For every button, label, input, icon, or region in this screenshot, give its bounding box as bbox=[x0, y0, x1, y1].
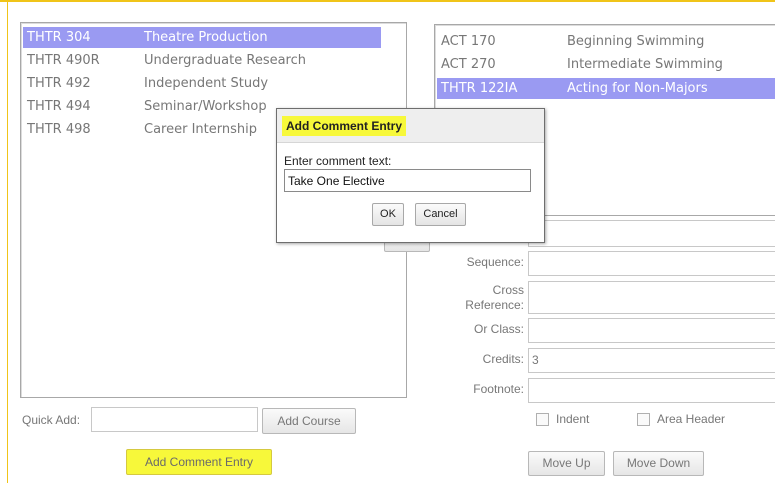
cancel-button[interactable]: Cancel bbox=[415, 203, 466, 226]
left-accent-line bbox=[7, 0, 8, 483]
course-title: Career Internship bbox=[144, 122, 257, 137]
cross-reference-field[interactable] bbox=[528, 281, 775, 314]
add-comment-dialog: Add Comment Entry Enter comment text: OK… bbox=[276, 108, 545, 243]
details-header-box bbox=[528, 220, 775, 247]
quick-add-input[interactable] bbox=[91, 407, 258, 432]
course-code: THTR 490R bbox=[27, 53, 100, 68]
course-code: THTR 494 bbox=[27, 99, 91, 114]
indent-checkbox[interactable] bbox=[536, 413, 549, 426]
requirement-list-item[interactable]: ACT 170 Beginning Swimming bbox=[437, 31, 775, 52]
comment-text-input[interactable] bbox=[284, 169, 531, 192]
course-list-item[interactable]: THTR 492 Independent Study bbox=[23, 73, 381, 94]
requirement-list-item[interactable]: ACT 270 Intermediate Swimming bbox=[437, 54, 775, 75]
course-title: Beginning Swimming bbox=[567, 34, 705, 49]
add-comment-entry-button[interactable]: Add Comment Entry bbox=[126, 449, 272, 475]
course-code: THTR 304 bbox=[27, 30, 91, 45]
comment-prompt-label: Enter comment text: bbox=[284, 154, 392, 168]
course-list-item[interactable]: THTR 490R Undergraduate Research bbox=[23, 50, 381, 71]
course-code: THTR 122IA bbox=[441, 81, 518, 96]
add-course-button[interactable]: Add Course bbox=[262, 408, 356, 434]
area-header-checkbox[interactable] bbox=[637, 413, 650, 426]
area-header-label: Area Header bbox=[657, 412, 726, 426]
dialog-title: Add Comment Entry bbox=[282, 116, 407, 136]
sequence-label: Sequence: bbox=[466, 255, 524, 269]
course-code: ACT 170 bbox=[441, 34, 496, 49]
cross-reference-label-line1: Cross bbox=[492, 283, 524, 297]
footnote-field[interactable] bbox=[528, 378, 775, 403]
course-title: Acting for Non-Majors bbox=[567, 81, 708, 96]
or-class-label: Or Class: bbox=[473, 322, 524, 336]
course-code: THTR 498 bbox=[27, 122, 91, 137]
credits-label: Credits: bbox=[482, 352, 524, 366]
ok-button[interactable]: OK bbox=[372, 203, 404, 226]
requirement-list-item[interactable]: THTR 122IA Acting for Non-Majors bbox=[437, 78, 775, 99]
indent-label: Indent bbox=[556, 412, 590, 426]
course-list-item[interactable]: THTR 304 Theatre Production bbox=[23, 27, 381, 48]
course-title: Undergraduate Research bbox=[144, 53, 306, 68]
move-up-button[interactable]: Move Up bbox=[528, 451, 605, 476]
course-code: ACT 270 bbox=[441, 57, 496, 72]
credits-field[interactable]: 3 bbox=[528, 348, 775, 373]
course-code: THTR 492 bbox=[27, 76, 91, 91]
dialog-header: Add Comment Entry bbox=[277, 109, 544, 143]
course-title: Independent Study bbox=[144, 76, 269, 91]
or-class-field[interactable] bbox=[528, 318, 775, 343]
sequence-field[interactable] bbox=[528, 251, 775, 276]
move-down-button[interactable]: Move Down bbox=[613, 451, 704, 476]
course-title: Intermediate Swimming bbox=[567, 57, 723, 72]
course-title: Seminar/Workshop bbox=[144, 99, 267, 114]
quick-add-label: Quick Add: bbox=[22, 413, 81, 427]
footnote-label: Footnote: bbox=[473, 382, 524, 396]
top-accent-line bbox=[0, 0, 775, 2]
course-title: Theatre Production bbox=[144, 30, 268, 45]
cross-reference-label-line2: Reference: bbox=[465, 298, 524, 312]
